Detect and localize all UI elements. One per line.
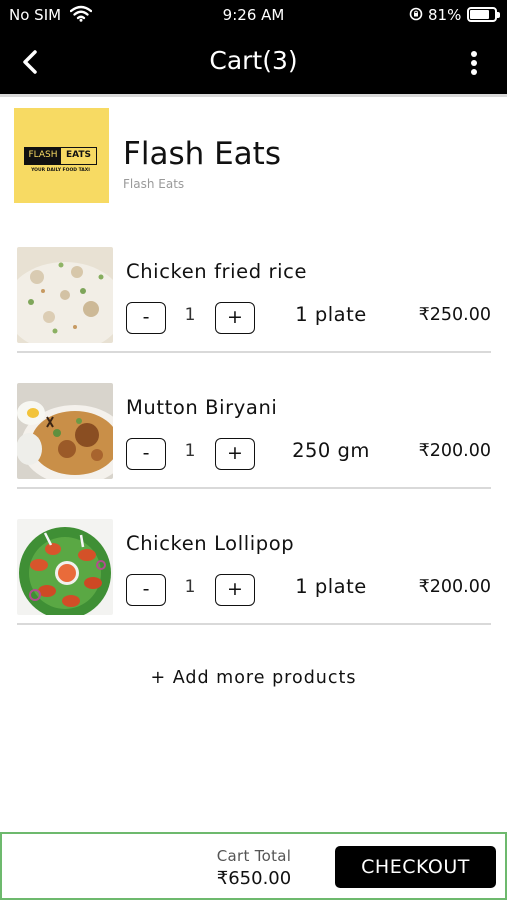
store-subtitle: Flash Eats	[123, 177, 185, 191]
quantity-value: 1	[184, 577, 196, 597]
nav-bar: Cart(3)	[0, 30, 507, 94]
item-name: Mutton Biryani	[126, 396, 278, 419]
store-logo: FLASH EATS YOUR DAILY FOOD TAXI	[14, 108, 109, 203]
item-name: Chicken Lollipop	[126, 532, 295, 555]
more-vertical-icon[interactable]	[462, 48, 486, 78]
item-divider	[17, 487, 491, 489]
logo-word-a: FLASH	[25, 148, 61, 164]
item-unit: 250 gm	[292, 439, 370, 462]
logo-word-b: EATS	[65, 150, 92, 160]
battery-percent: 81%	[428, 6, 462, 24]
page-title: Cart(3)	[209, 46, 298, 75]
cart-footer: Cart Total ₹650.00 CHECKOUT	[0, 832, 507, 900]
orientation-lock-icon	[409, 7, 423, 25]
increase-quantity-button[interactable]: +	[215, 302, 255, 334]
cart-item: Chicken fried rice - 1 + 1 plate ₹250.00	[17, 247, 491, 357]
battery-icon	[467, 7, 500, 22]
increase-quantity-button[interactable]: +	[215, 438, 255, 470]
increase-quantity-button[interactable]: +	[215, 574, 255, 606]
chicken-lollipop-photo	[17, 519, 113, 615]
item-price: ₹200.00	[418, 577, 491, 597]
item-name: Chicken fried rice	[126, 260, 308, 283]
item-divider	[17, 623, 491, 625]
item-price: ₹250.00	[418, 305, 491, 325]
item-unit: 1 plate	[295, 303, 367, 326]
nav-divider	[0, 94, 507, 97]
item-price: ₹200.00	[418, 441, 491, 461]
biryani-photo	[17, 383, 113, 479]
add-more-products-link[interactable]: + Add more products	[0, 668, 507, 688]
cart-item: Mutton Biryani - 1 + 250 gm ₹200.00	[17, 383, 491, 493]
cart-item: Chicken Lollipop - 1 + 1 plate ₹200.00	[17, 519, 491, 629]
decrease-quantity-button[interactable]: -	[126, 438, 166, 470]
item-divider	[17, 351, 491, 353]
store-name: Flash Eats	[123, 136, 281, 172]
cart-total-label: Cart Total	[216, 847, 292, 865]
store-header: FLASH EATS YOUR DAILY FOOD TAXI Flash Ea…	[14, 108, 494, 204]
logo-tagline: YOUR DAILY FOOD TAXI	[31, 168, 90, 173]
decrease-quantity-button[interactable]: -	[126, 574, 166, 606]
quantity-value: 1	[184, 441, 196, 461]
status-bar: No SIM 9:26 AM 81%	[0, 0, 507, 30]
quantity-value: 1	[184, 305, 196, 325]
fried-rice-photo	[17, 247, 113, 343]
cart-total-value: ₹650.00	[216, 868, 292, 889]
decrease-quantity-button[interactable]: -	[126, 302, 166, 334]
item-unit: 1 plate	[295, 575, 367, 598]
checkout-button[interactable]: CHECKOUT	[335, 846, 496, 888]
